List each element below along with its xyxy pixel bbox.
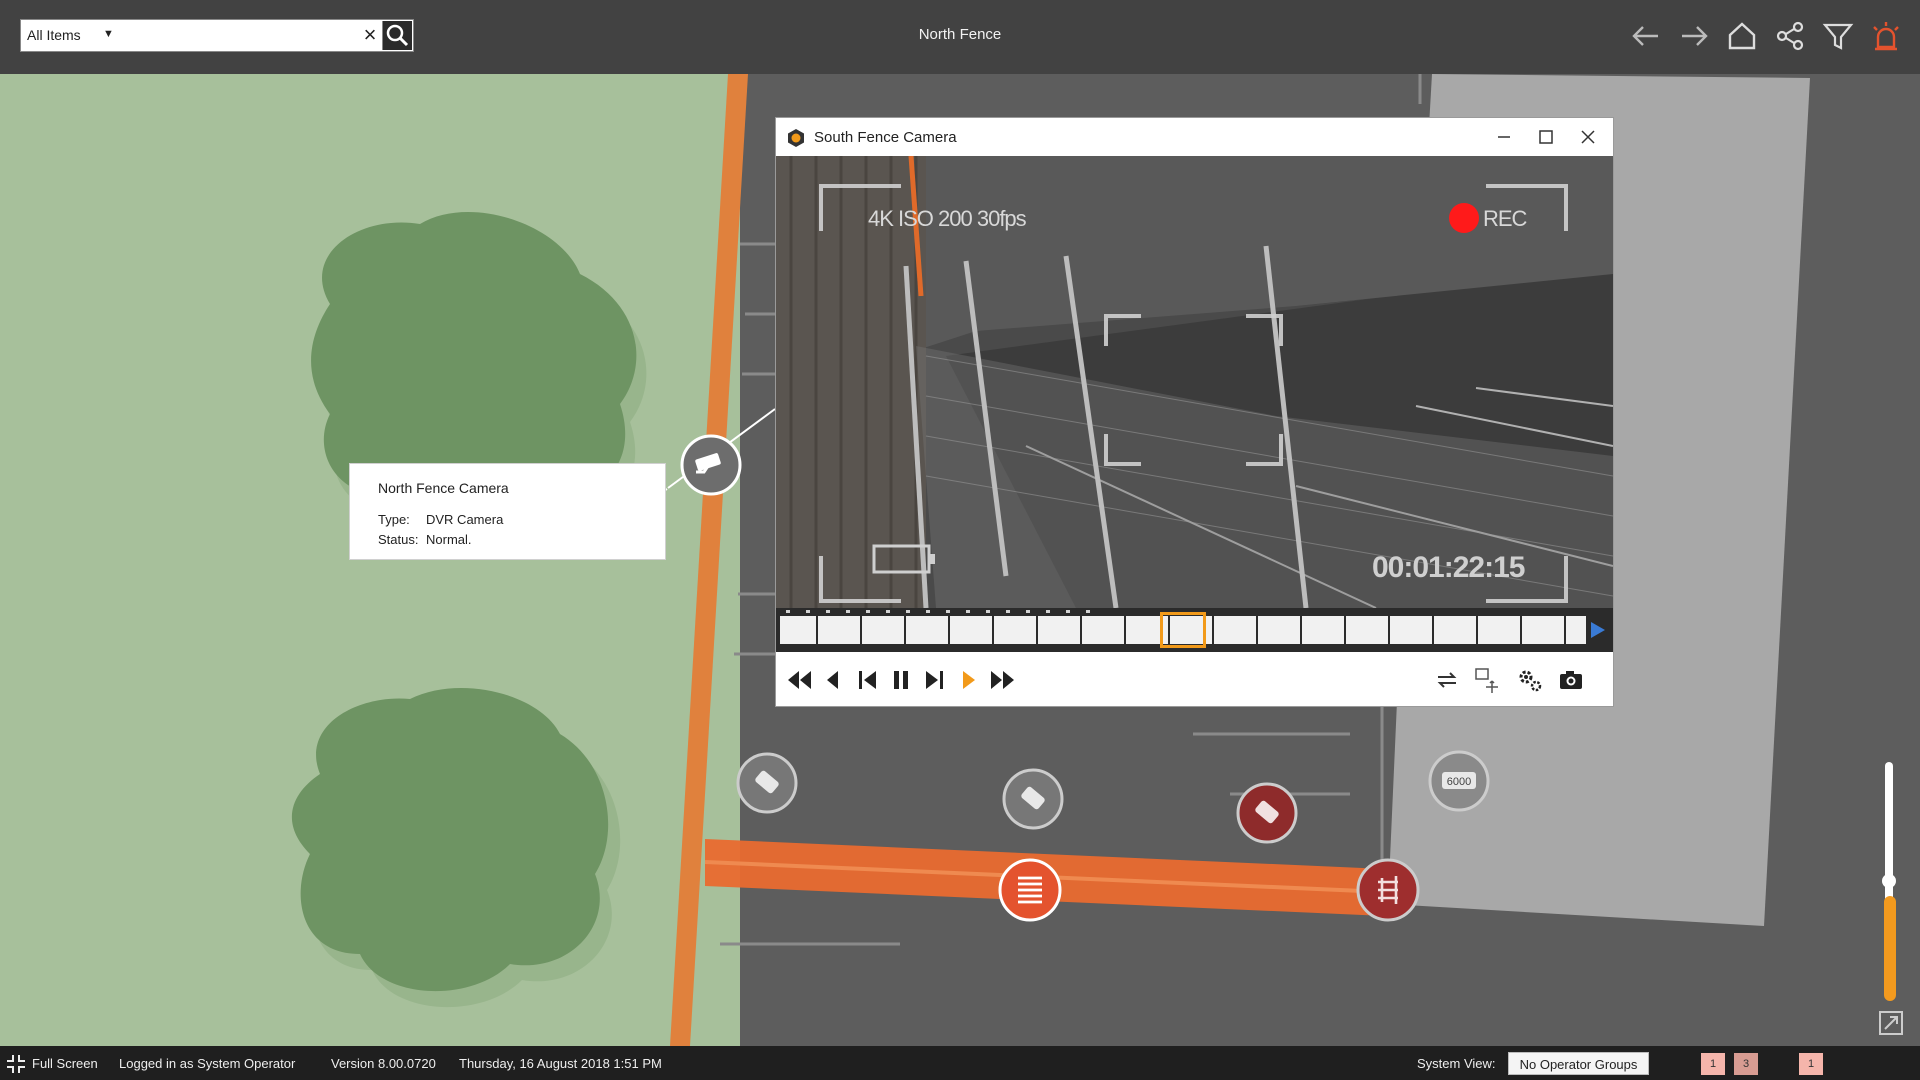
west-fence (670, 74, 748, 1046)
zoom-slider-handle[interactable] (1882, 874, 1896, 888)
filter-icon[interactable] (1820, 18, 1856, 54)
tooltip-status-row: Status: Normal. (378, 532, 472, 547)
camera-window-titlebar[interactable]: South Fence Camera (776, 118, 1613, 156)
home-icon[interactable] (1724, 18, 1760, 54)
expand-icon[interactable] (1878, 1010, 1904, 1036)
fence-alarm-marker-icon[interactable] (998, 858, 1062, 922)
frame-forward-icon[interactable] (920, 665, 950, 695)
pause-icon[interactable] (886, 665, 916, 695)
minimize-icon[interactable] (1484, 124, 1524, 150)
datetime-label: Thursday, 16 August 2018 1:51 PM (459, 1056, 662, 1071)
video-timeline[interactable] (776, 608, 1613, 652)
rec-label: REC (1483, 206, 1527, 231)
video-feed[interactable]: 4K ISO 200 30fps REC 00:01:22:15 (776, 156, 1613, 608)
system-view-label: System View: (1417, 1056, 1496, 1071)
tooltip-status-label: Status: (378, 532, 419, 547)
logged-in-status: Logged in as System Operator (119, 1056, 296, 1071)
tooltip-status-value: Normal. (426, 532, 472, 547)
maximize-icon[interactable] (1526, 124, 1566, 150)
tooltip-type-row: Type: DVR Camera (378, 512, 503, 527)
skip-forward-icon[interactable] (988, 665, 1018, 695)
timeline-playhead[interactable] (1160, 612, 1206, 648)
alarm-count-badge[interactable]: 1 (1799, 1053, 1823, 1075)
ptz-control-icon[interactable] (1472, 665, 1502, 695)
meter-marker-icon[interactable]: 6000 (1428, 750, 1490, 812)
meter-label: 6000 (1447, 776, 1471, 788)
share-icon[interactable] (1772, 18, 1808, 54)
fullscreen-icon[interactable] (6, 1054, 26, 1074)
camera-alarm-marker-icon[interactable] (1236, 782, 1298, 844)
version-label: Version 8.00.0720 (331, 1056, 436, 1071)
camera-app-icon (788, 129, 804, 147)
snapshot-icon[interactable] (1556, 665, 1586, 695)
close-icon[interactable] (1568, 124, 1608, 150)
tooltip-type-label: Type: (378, 512, 410, 527)
settings-icon[interactable] (1514, 665, 1544, 695)
step-back-icon[interactable] (818, 665, 848, 695)
video-specs-overlay: 4K ISO 200 30fps (868, 206, 1027, 231)
playback-controls (776, 652, 1613, 706)
camera-window-title: South Fence Camera (814, 129, 957, 146)
timeline-play-end-icon[interactable] (1589, 620, 1607, 640)
loop-icon[interactable] (1432, 665, 1462, 695)
fence-endpoint-alarm-icon[interactable] (1356, 858, 1420, 922)
level-indicator-bar (1884, 896, 1896, 1001)
alarm-icon[interactable] (1868, 18, 1904, 54)
camera-window: South Fence Camera 4K ISO 200 30fps REC … (775, 117, 1614, 707)
forward-arrow-icon[interactable] (1676, 18, 1712, 54)
system-view-selector[interactable]: No Operator Groups (1508, 1052, 1649, 1075)
status-bar: Full Screen Logged in as System Operator… (0, 1046, 1920, 1080)
camera-marker-icon[interactable] (1002, 768, 1064, 830)
skip-back-icon[interactable] (784, 665, 814, 695)
alarm-count-badge[interactable]: 3 (1734, 1053, 1758, 1075)
tooltip-title: North Fence Camera (378, 480, 509, 496)
alarm-count-badge[interactable]: 1 (1701, 1053, 1725, 1075)
top-bar: All Items ▼ × North Fence (0, 0, 1920, 74)
camera-tooltip: North Fence Camera Type: DVR Camera Statu… (349, 463, 666, 560)
timecode: 00:01:22:15 (1372, 551, 1525, 584)
back-arrow-icon[interactable] (1628, 18, 1664, 54)
tree (291, 687, 609, 992)
fullscreen-button[interactable]: Full Screen (32, 1056, 98, 1071)
frame-back-icon[interactable] (852, 665, 882, 695)
north-fence-camera-icon[interactable] (680, 434, 742, 496)
tooltip-type-value: DVR Camera (426, 512, 504, 527)
rec-indicator (1449, 203, 1479, 233)
camera-marker-icon[interactable] (736, 752, 798, 814)
play-icon[interactable] (954, 665, 984, 695)
